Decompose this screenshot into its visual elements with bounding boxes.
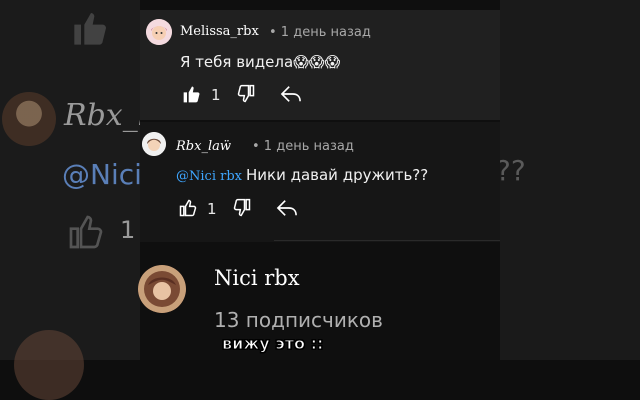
comment-text: Я тебя видела😱😱😱	[180, 53, 341, 71]
avatar[interactable]	[142, 132, 166, 156]
comment-username[interactable]: Rbx_laẅ	[176, 139, 231, 154]
blurred-mention: @Nici	[62, 158, 142, 191]
blurred-like-count: 1	[120, 216, 136, 244]
subscriber-count: 13 подписчиков	[214, 308, 383, 332]
comment-body: Ники давай дружить??	[245, 166, 429, 184]
blurred-avatar-bottom	[14, 330, 84, 400]
like-filled-icon[interactable]	[182, 84, 202, 104]
like-count: 1	[207, 200, 217, 218]
reply-icon[interactable]	[280, 84, 302, 104]
dislike-icon[interactable]	[232, 198, 252, 218]
avatar[interactable]	[146, 19, 172, 45]
mention-link[interactable]: @Nici rbx	[176, 169, 242, 184]
video-caption: вижу это ::	[221, 334, 324, 354]
avatar-image-icon	[146, 19, 172, 45]
channel-avatar-image-icon	[138, 265, 186, 313]
comment-time: • 1 день назад	[252, 139, 354, 154]
avatar-image-icon	[142, 132, 166, 156]
comment-username[interactable]: Melissa_rbx	[180, 24, 259, 39]
divider	[274, 240, 500, 241]
like-icon[interactable]	[178, 198, 198, 218]
blurred-question-marks: ??	[496, 154, 526, 187]
reply-icon[interactable]	[276, 198, 298, 218]
channel-name[interactable]: Nici rbx	[214, 266, 300, 290]
comment-time: • 1 день назад	[269, 25, 371, 40]
channel-avatar[interactable]	[138, 265, 186, 313]
blurred-like-outline-icon	[69, 215, 103, 249]
blurred-avatar	[2, 92, 56, 146]
comment-text: @Nici rbx Ники давай дружить??	[176, 166, 428, 184]
blurred-like-icon	[74, 13, 106, 45]
dislike-icon[interactable]	[236, 84, 256, 104]
like-count: 1	[211, 86, 221, 104]
